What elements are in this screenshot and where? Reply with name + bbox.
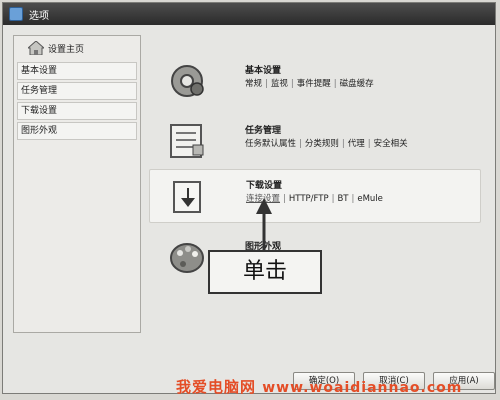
app-icon <box>9 7 23 21</box>
section-download-links: 连接设置 | HTTP/FTP | BT | eMule <box>246 194 383 204</box>
home-icon <box>28 41 44 55</box>
palette-icon <box>170 243 204 273</box>
link-proxy[interactable]: 代理 <box>348 139 365 149</box>
sidebar-home-label: 设置主页 <box>48 44 85 55</box>
sidebar: 设置主页 基本设置 任务管理 下载设置 图形外观 <box>13 35 141 333</box>
section-tasks-title: 任务管理 <box>245 126 282 136</box>
section-basic: 基本设置 常规 | 监视 | 事件提醒 | 磁盘缓存 <box>149 55 479 107</box>
window-title: 选项 <box>29 10 49 22</box>
sidebar-item-tasks[interactable]: 任务管理 <box>17 82 137 100</box>
link-emule[interactable]: eMule <box>357 194 383 204</box>
link-event-reminder[interactable]: 事件提醒 <box>297 79 331 89</box>
title-bar: 选项 <box>3 3 495 25</box>
link-task-defaults[interactable]: 任务默认属性 <box>245 139 296 149</box>
link-disk-cache[interactable]: 磁盘缓存 <box>340 79 374 89</box>
section-tasks-links: 任务默认属性 | 分类规则 | 代理 | 安全相关 <box>245 139 408 149</box>
watermark-text: 我爱电脑网 <box>176 378 257 396</box>
link-monitor[interactable]: 监视 <box>271 79 288 89</box>
sidebar-item-download[interactable]: 下载设置 <box>17 102 137 120</box>
section-basic-links: 常规 | 监视 | 事件提醒 | 磁盘缓存 <box>245 79 374 89</box>
section-download: 下载设置 连接设置 | HTTP/FTP | BT | eMule <box>149 169 481 223</box>
click-callout: 单击 <box>208 250 322 294</box>
section-basic-title: 基本设置 <box>245 66 282 76</box>
section-tasks: 任务管理 任务默认属性 | 分类规则 | 代理 | 安全相关 <box>149 115 479 167</box>
link-general[interactable]: 常规 <box>245 79 262 89</box>
watermark: 我爱电脑网 www.woaidiannao.com <box>176 376 462 397</box>
download-icon <box>173 181 201 213</box>
link-category-rules[interactable]: 分类规则 <box>305 139 339 149</box>
sidebar-item-appearance[interactable]: 图形外观 <box>17 122 137 140</box>
link-connection-settings[interactable]: 连接设置 <box>246 194 280 204</box>
task-list-icon <box>170 124 204 158</box>
link-http-ftp[interactable]: HTTP/FTP <box>289 194 329 204</box>
link-security[interactable]: 安全相关 <box>374 139 408 149</box>
link-bt[interactable]: BT <box>337 194 348 204</box>
sidebar-item-basic[interactable]: 基本设置 <box>17 62 137 80</box>
watermark-url: www.woaidiannao.com <box>262 380 463 396</box>
section-download-title: 下载设置 <box>246 181 283 191</box>
sidebar-home[interactable]: 设置主页 <box>14 36 140 60</box>
gear-icon <box>171 65 204 97</box>
options-dialog: 选项 设置主页 基本设置 任务管理 下载设置 图形外观 基本设置 常规 | 监视 | 事… <box>2 2 496 394</box>
